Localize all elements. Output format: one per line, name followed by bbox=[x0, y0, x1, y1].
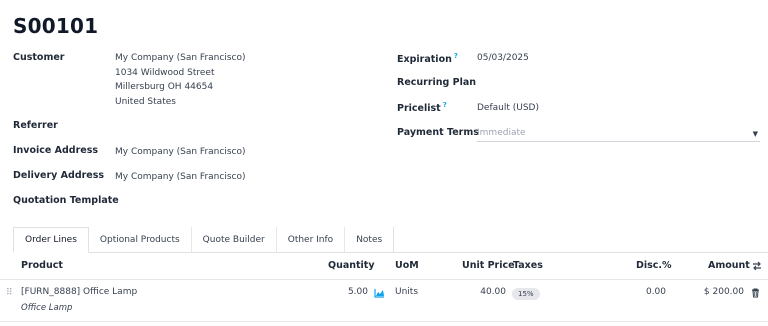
notebook-tabs: Order Lines Optional Products Quote Buil… bbox=[13, 227, 395, 253]
referrer-label: Referrer bbox=[13, 120, 58, 131]
payment-terms-placeholder: Immediate bbox=[477, 128, 526, 138]
quotation-template-label: Quotation Template bbox=[13, 195, 119, 206]
caret-down-icon: ▼ bbox=[752, 130, 758, 138]
row-quantity[interactable]: 5.00 bbox=[340, 287, 368, 297]
column-header-product[interactable]: Product bbox=[21, 260, 63, 271]
column-header-quantity[interactable]: Quantity bbox=[328, 260, 375, 271]
table-header-divider bbox=[0, 279, 768, 280]
tab-optional-products[interactable]: Optional Products bbox=[88, 227, 192, 253]
invoice-address-field[interactable]: My Company (San Francisco) bbox=[115, 147, 245, 157]
pricelist-field[interactable]: Default (USD) bbox=[477, 103, 539, 113]
row-product[interactable]: [FURN_8888] Office Lamp bbox=[21, 287, 137, 297]
recurring-plan-label: Recurring Plan bbox=[397, 77, 477, 88]
customer-address-line: United States bbox=[115, 96, 176, 107]
column-header-disc[interactable]: Disc.% bbox=[636, 260, 672, 271]
tax-badge[interactable]: 15% bbox=[512, 288, 540, 300]
table-bottom-divider bbox=[0, 321, 768, 322]
customer-field[interactable]: My Company (San Francisco) 1034 Wildwood… bbox=[115, 51, 245, 109]
trash-icon[interactable] bbox=[751, 288, 760, 298]
row-uom[interactable]: Units bbox=[395, 287, 418, 297]
customer-address-line: 1034 Wildwood Street bbox=[115, 67, 215, 78]
column-header-uom[interactable]: UoM bbox=[395, 260, 419, 271]
payment-terms-label: Payment Terms bbox=[397, 127, 479, 138]
row-amount: $ 200.00 bbox=[703, 287, 744, 297]
column-header-amount[interactable]: Amount bbox=[708, 260, 750, 271]
row-description[interactable]: Office Lamp bbox=[21, 303, 72, 313]
optional-columns-icon[interactable] bbox=[752, 261, 762, 271]
row-discount[interactable]: 0.00 bbox=[636, 287, 666, 297]
expiration-field[interactable]: 05/03/2025 bbox=[477, 53, 529, 63]
invoice-address-label: Invoice Address bbox=[13, 145, 99, 156]
customer-label: Customer bbox=[13, 52, 65, 63]
delivery-address-field[interactable]: My Company (San Francisco) bbox=[115, 172, 245, 182]
chart-area-icon[interactable] bbox=[374, 288, 385, 298]
tab-quote-builder[interactable]: Quote Builder bbox=[191, 227, 277, 253]
drag-handle-icon[interactable]: ⠿ bbox=[6, 288, 12, 298]
help-icon[interactable]: ? bbox=[454, 52, 458, 60]
customer-address-line: My Company (San Francisco) bbox=[115, 53, 246, 63]
payment-terms-select[interactable]: Immediate ▼ bbox=[477, 128, 760, 142]
pricelist-label: Pricelist? bbox=[397, 101, 447, 114]
tab-order-lines[interactable]: Order Lines bbox=[13, 227, 89, 253]
column-header-unit-price[interactable]: Unit Price bbox=[462, 260, 515, 271]
tab-notes[interactable]: Notes bbox=[345, 227, 395, 253]
delivery-address-label: Delivery Address bbox=[13, 170, 105, 181]
row-unit-price[interactable]: 40.00 bbox=[470, 287, 506, 297]
expiration-label: Expiration? bbox=[397, 52, 458, 65]
page-title: S00101 bbox=[13, 14, 99, 38]
customer-address-line: Millersburg OH 44654 bbox=[115, 82, 214, 92]
expiration-label-text: Expiration bbox=[397, 54, 452, 66]
tab-other-info[interactable]: Other Info bbox=[276, 227, 346, 253]
help-icon[interactable]: ? bbox=[443, 101, 447, 109]
column-header-taxes[interactable]: Taxes bbox=[513, 260, 543, 271]
pricelist-label-text: Pricelist bbox=[397, 103, 441, 115]
